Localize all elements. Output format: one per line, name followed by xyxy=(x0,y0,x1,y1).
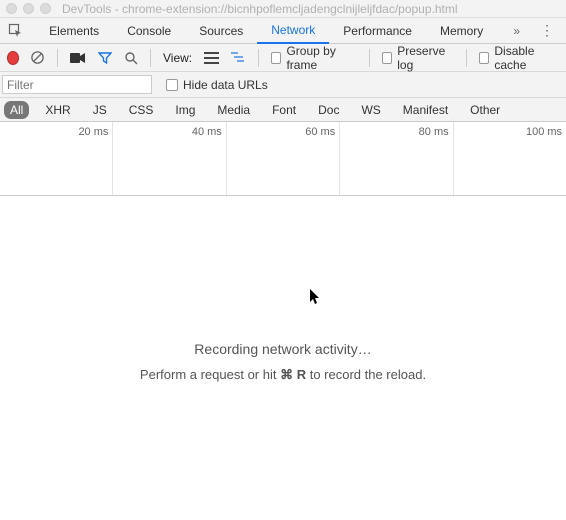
separator xyxy=(57,49,58,67)
preserve-log-checkbox[interactable]: Preserve log xyxy=(382,44,454,72)
waterfall-icon[interactable] xyxy=(231,50,246,66)
timeline-column: 100 ms xyxy=(454,122,566,195)
filter-row: Hide data URLs xyxy=(0,72,566,98)
timeline-column: 20 ms xyxy=(0,122,113,195)
titlebar: DevTools - chrome-extension://bicnhpofle… xyxy=(0,0,566,18)
devtools-menu-icon[interactable]: ⋮ xyxy=(528,22,566,39)
timeline-tick: 100 ms xyxy=(526,126,562,138)
tab-performance[interactable]: Performance xyxy=(329,18,426,44)
record-button[interactable] xyxy=(8,52,18,64)
checkbox-box xyxy=(271,52,281,64)
timeline-tick: 40 ms xyxy=(192,126,222,138)
type-ws[interactable]: WS xyxy=(355,101,386,119)
separator xyxy=(150,49,151,67)
separator xyxy=(466,49,467,67)
minimize-window-button[interactable] xyxy=(23,3,34,14)
close-window-button[interactable] xyxy=(6,3,17,14)
disable-cache-checkbox[interactable]: Disable cache xyxy=(479,44,558,72)
checkbox-label: Disable cache xyxy=(494,44,558,72)
checkbox-box xyxy=(479,52,489,64)
devtools-tabs-row: Elements Console Sources Network Perform… xyxy=(0,18,566,44)
tab-elements[interactable]: Elements xyxy=(35,18,113,44)
checkbox-label: Hide data URLs xyxy=(183,78,268,92)
empty-line2-pre: Perform a request or hit xyxy=(140,367,280,382)
type-css[interactable]: CSS xyxy=(123,101,160,119)
empty-line1: Recording network activity… xyxy=(0,341,566,357)
type-filter-row: All XHR JS CSS Img Media Font Doc WS Man… xyxy=(0,98,566,122)
type-media[interactable]: Media xyxy=(211,101,256,119)
tab-memory[interactable]: Memory xyxy=(426,18,497,44)
type-other[interactable]: Other xyxy=(464,101,506,119)
empty-line2-post: to record the reload. xyxy=(306,367,426,382)
timeline-tick: 60 ms xyxy=(305,126,335,138)
type-img[interactable]: Img xyxy=(169,101,201,119)
separator xyxy=(258,49,259,67)
checkbox-box xyxy=(166,79,178,91)
timeline-column: 40 ms xyxy=(113,122,226,195)
camera-icon[interactable] xyxy=(70,50,86,66)
tab-sources[interactable]: Sources xyxy=(185,18,257,44)
cursor-icon xyxy=(310,289,322,305)
timeline-tick: 20 ms xyxy=(78,126,108,138)
hide-data-urls-checkbox[interactable]: Hide data URLs xyxy=(166,78,268,92)
type-all[interactable]: All xyxy=(4,101,29,119)
tabs-overflow-icon[interactable]: » xyxy=(505,24,528,38)
type-manifest[interactable]: Manifest xyxy=(397,101,454,119)
type-font[interactable]: Font xyxy=(266,101,302,119)
tab-console[interactable]: Console xyxy=(113,18,185,44)
timeline-tick: 80 ms xyxy=(419,126,449,138)
clear-icon[interactable] xyxy=(30,50,45,66)
search-icon[interactable] xyxy=(124,50,138,66)
view-label: View: xyxy=(163,51,192,65)
separator xyxy=(369,49,370,67)
timeline-overview[interactable]: 20 ms 40 ms 60 ms 80 ms 100 ms xyxy=(0,122,566,196)
checkbox-label: Group by frame xyxy=(286,44,357,72)
large-rows-icon[interactable] xyxy=(204,50,219,66)
type-js[interactable]: JS xyxy=(87,101,113,119)
type-xhr[interactable]: XHR xyxy=(39,101,76,119)
type-doc[interactable]: Doc xyxy=(312,101,345,119)
checkbox-box xyxy=(382,52,392,64)
group-by-frame-checkbox[interactable]: Group by frame xyxy=(271,44,357,72)
network-toolbar: View: Group by frame Preserve log Disabl… xyxy=(0,44,566,72)
empty-state: Recording network activity… Perform a re… xyxy=(0,341,566,383)
shortcut-hint: ⌘ R xyxy=(280,367,306,382)
checkbox-label: Preserve log xyxy=(397,44,454,72)
network-main-area: Recording network activity… Perform a re… xyxy=(0,196,566,496)
timeline-column: 60 ms xyxy=(227,122,340,195)
filter-icon[interactable] xyxy=(98,50,112,66)
window-controls xyxy=(6,3,51,14)
tabs: Elements Console Sources Network Perform… xyxy=(35,18,528,44)
window-title: DevTools - chrome-extension://bicnhpofle… xyxy=(62,2,458,16)
empty-line2: Perform a request or hit ⌘ R to record t… xyxy=(0,367,566,383)
timeline-column: 80 ms xyxy=(340,122,453,195)
zoom-window-button[interactable] xyxy=(40,3,51,14)
filter-input[interactable] xyxy=(2,75,152,94)
tab-network[interactable]: Network xyxy=(257,18,329,44)
inspect-icon[interactable] xyxy=(6,23,25,39)
